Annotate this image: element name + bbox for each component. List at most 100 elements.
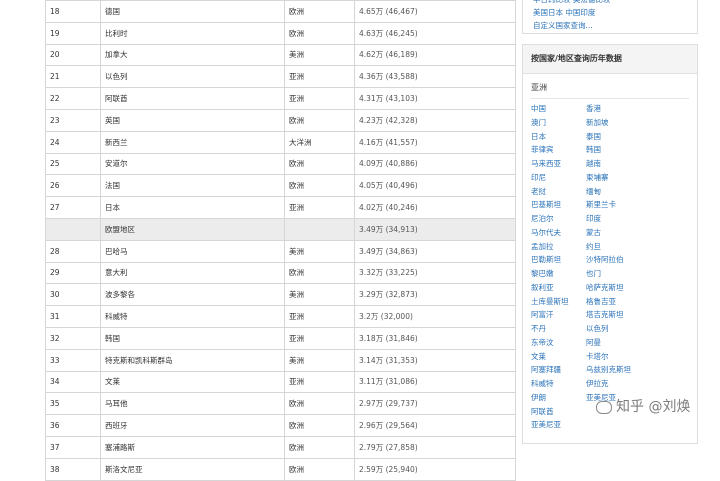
country-link[interactable]: 泰国 <box>586 130 641 144</box>
country-link[interactable]: 蒙古 <box>586 226 641 240</box>
country-link[interactable]: 印尼 <box>531 171 586 185</box>
rank-cell: 22 <box>45 87 101 110</box>
country-link[interactable]: 也门 <box>586 267 641 281</box>
region-row: 欧盟地区 3.49万 (34,913) <box>45 217 516 241</box>
country-cell: 欧盟地区 <box>100 217 285 241</box>
continent-cell: 亚洲 <box>284 87 355 110</box>
country-link[interactable]: 尼泊尔 <box>531 212 586 226</box>
country-cell: 以色列 <box>100 65 285 89</box>
value-cell: 2.79万 (27,858) <box>354 435 516 459</box>
country-link[interactable]: 巴勒斯坦 <box>531 253 586 267</box>
rank-cell: 35 <box>45 392 101 416</box>
country-link[interactable]: 印度 <box>586 212 641 226</box>
country-cell: 斯洛文尼亚 <box>100 457 285 481</box>
country-link[interactable]: 伊朗 <box>531 391 586 405</box>
country-link[interactable]: 阿富汗 <box>531 308 586 322</box>
country-link[interactable]: 伊拉克 <box>586 377 641 391</box>
country-link[interactable]: 香港 <box>586 102 641 116</box>
country-link[interactable]: 新加坡 <box>586 116 641 130</box>
rank-cell: 32 <box>45 326 101 350</box>
country-link[interactable]: 沙特阿拉伯 <box>586 253 641 267</box>
country-link-row: 阿富汗 塔吉克斯坦 <box>531 308 691 322</box>
country-link-row: 老挝 缅甸 <box>531 185 691 199</box>
country-link[interactable]: 约旦 <box>586 240 641 254</box>
rank-cell: 28 <box>45 239 101 263</box>
value-cell: 4.02万 (40,246) <box>354 196 516 219</box>
table-row: 25 安道尔 欧洲 4.09万 (40,886) <box>45 152 516 176</box>
table-row: 24 新西兰 大洋洲 4.16万 (41,557) <box>45 130 516 154</box>
country-link[interactable]: 马来西亚 <box>531 157 586 171</box>
country-cell: 英国 <box>100 108 285 132</box>
rank-cell: 29 <box>45 261 101 285</box>
country-link[interactable]: 阿曼 <box>586 336 641 350</box>
country-link[interactable]: 日本 <box>531 130 586 144</box>
table-row: 35 马耳他 欧洲 2.97万 (29,737) <box>45 392 516 416</box>
country-link[interactable]: 以色列 <box>586 322 641 336</box>
country-link[interactable]: 马尔代夫 <box>531 226 586 240</box>
country-link[interactable]: 不丹 <box>531 322 586 336</box>
country-link-row: 文莱 卡塔尔 <box>531 350 691 364</box>
country-link[interactable]: 科威特 <box>531 377 586 391</box>
country-link-row: 马来西亚 越南 <box>531 157 691 171</box>
country-link[interactable]: 阿联酋 <box>531 405 586 419</box>
country-link-grid: 中国 香港 澳门 新加坡 日本 泰国 菲律宾 韩国 马来西亚 越南 印尼 柬埔寨 老挝 缅甸 巴基斯坦 斯里兰… <box>531 102 691 432</box>
country-link[interactable]: 斯里兰卡 <box>586 198 641 212</box>
country-link[interactable]: 乌兹别克斯坦 <box>586 363 641 377</box>
country-link[interactable]: 韩国 <box>586 143 641 157</box>
continent-cell: 欧洲 <box>284 152 355 176</box>
country-link[interactable]: 黎巴嫩 <box>531 267 586 281</box>
value-cell: 3.49万 (34,913) <box>354 217 516 241</box>
country-link[interactable]: 孟加拉 <box>531 240 586 254</box>
country-link-row: 澳门 新加坡 <box>531 116 691 130</box>
table-row: 33 特克斯和凯科斯群岛 美洲 3.14万 (31,353) <box>45 348 516 372</box>
country-cell: 塞浦路斯 <box>100 435 285 459</box>
custom-query-link[interactable]: 自定义国家查询... <box>533 19 610 32</box>
country-link[interactable]: 叙利亚 <box>531 281 586 295</box>
country-link[interactable]: 柬埔寨 <box>586 171 641 185</box>
table-row: 18 德国 欧洲 4.65万 (46,467) <box>45 0 516 23</box>
country-link[interactable]: 菲律宾 <box>531 143 586 157</box>
country-link-row: 尼泊尔 印度 <box>531 212 691 226</box>
country-link-row: 东帝汶 阿曼 <box>531 336 691 350</box>
value-cell: 2.59万 (25,940) <box>354 457 516 481</box>
country-link[interactable]: 澳门 <box>531 116 586 130</box>
country-link[interactable]: 格鲁吉亚 <box>586 295 641 309</box>
continent-cell: 美洲 <box>284 43 355 67</box>
comparison-link-row[interactable]: 美国日本 中国印度 <box>533 6 610 19</box>
continent-cell: 欧洲 <box>284 108 355 132</box>
country-link[interactable]: 阿塞拜疆 <box>531 363 586 377</box>
country-link[interactable]: 老挝 <box>531 185 586 199</box>
table-row: 29 意大利 欧洲 3.32万 (33,225) <box>45 261 516 285</box>
table-row: 32 韩国 亚洲 3.18万 (31,846) <box>45 326 516 350</box>
continent-cell: 亚洲 <box>284 370 355 394</box>
country-cell: 比利时 <box>100 21 285 45</box>
country-link[interactable]: 巴基斯坦 <box>531 198 586 212</box>
country-link[interactable]: 文莱 <box>531 350 586 364</box>
continent-cell: 欧洲 <box>284 261 355 285</box>
value-cell: 4.63万 (46,245) <box>354 21 516 45</box>
rank-cell: 34 <box>45 370 101 394</box>
country-link-row: 菲律宾 韩国 <box>531 143 691 157</box>
country-cell: 西班牙 <box>100 414 285 437</box>
rank-cell: 25 <box>45 152 101 176</box>
country-link[interactable]: 卡塔尔 <box>586 350 641 364</box>
country-link-row: 巴基斯坦 斯里兰卡 <box>531 198 691 212</box>
continent-cell: 欧洲 <box>284 414 355 437</box>
country-link[interactable]: 东帝汶 <box>531 336 586 350</box>
zhihu-logo-icon <box>596 400 612 414</box>
country-link[interactable]: 中国 <box>531 102 586 116</box>
country-link-row: 中国 香港 <box>531 102 691 116</box>
country-link[interactable]: 越南 <box>586 157 641 171</box>
value-cell: 4.36万 (43,588) <box>354 65 516 89</box>
continent-cell: 欧洲 <box>284 0 355 23</box>
value-cell: 3.18万 (31,846) <box>354 326 516 350</box>
country-link[interactable]: 哈萨克斯坦 <box>586 281 641 295</box>
rank-cell: 36 <box>45 414 101 437</box>
country-link[interactable]: 塔吉克斯坦 <box>586 308 641 322</box>
country-link[interactable]: 缅甸 <box>586 185 641 199</box>
country-link[interactable]: 土库曼斯坦 <box>531 295 586 309</box>
value-cell: 4.31万 (43,103) <box>354 87 516 110</box>
country-link[interactable]: 亚美尼亚 <box>531 418 586 432</box>
table-row: 27 日本 亚洲 4.02万 (40,246) <box>45 196 516 219</box>
country-cell: 巴哈马 <box>100 239 285 263</box>
